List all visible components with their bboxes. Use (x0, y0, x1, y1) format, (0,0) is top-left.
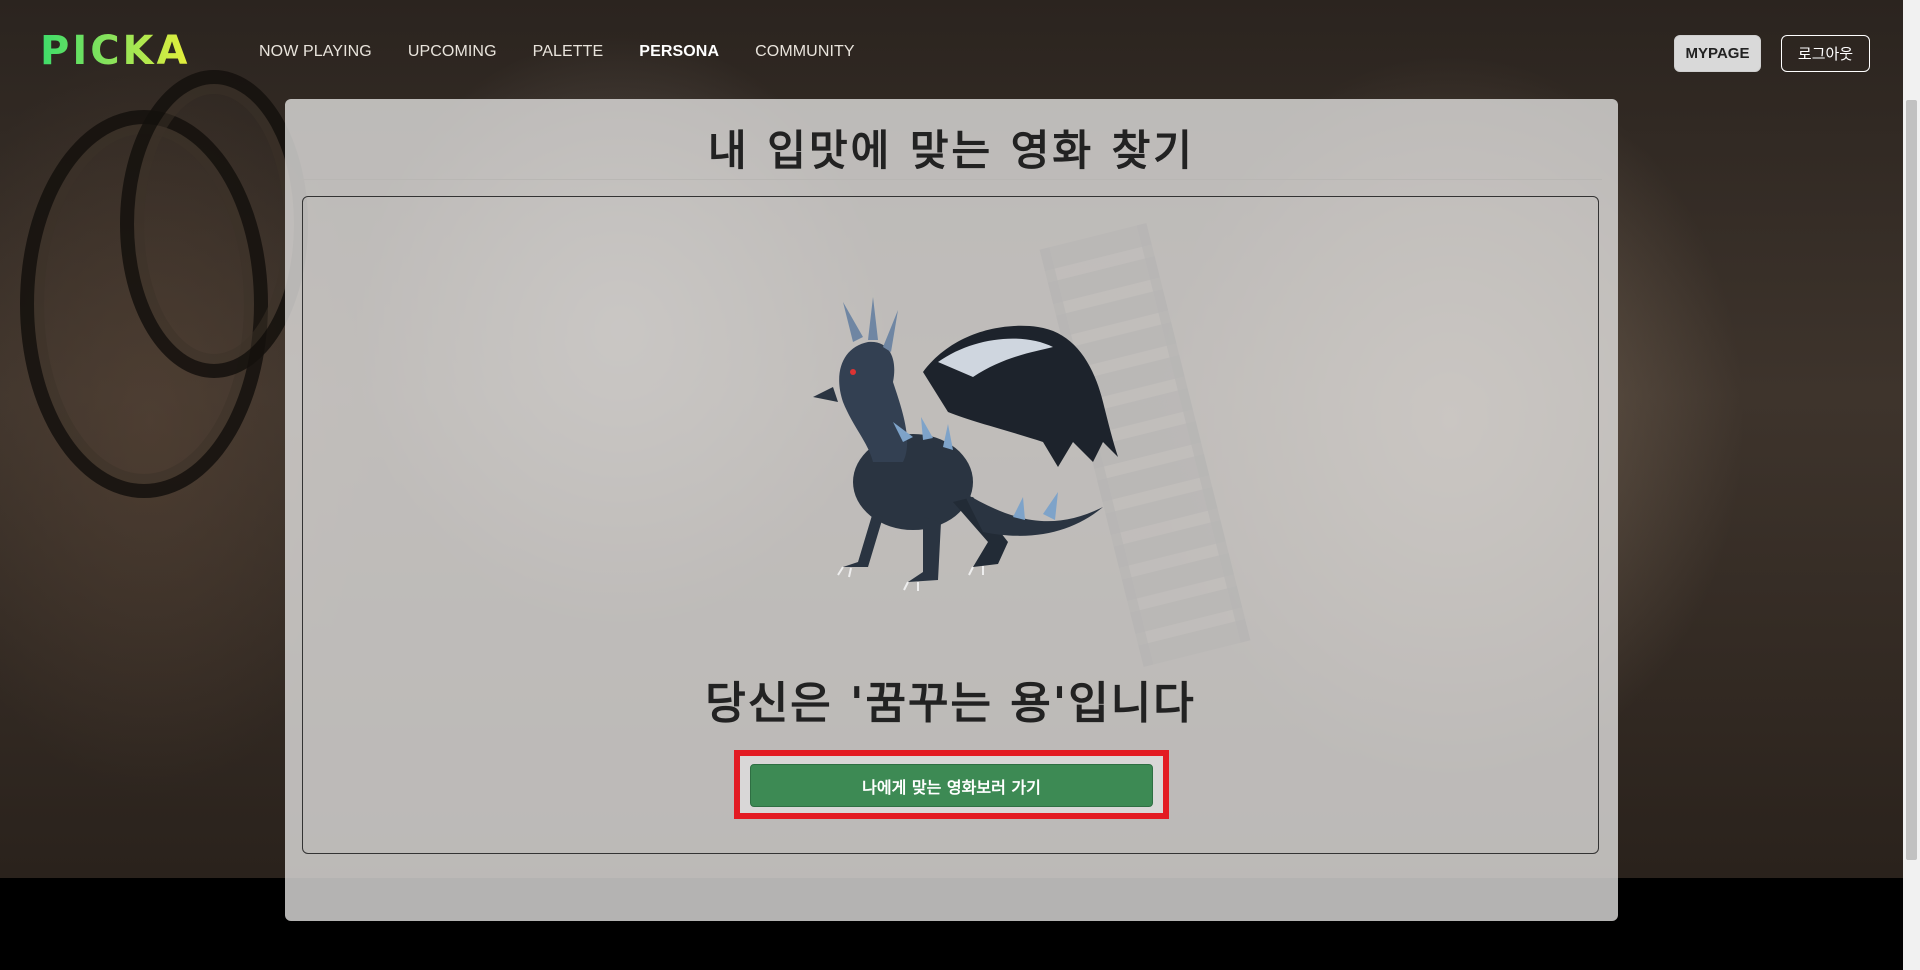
persona-result-text: 당신은 '꿈꾸는 용'입니다 (705, 678, 1196, 729)
nav-persona[interactable]: PERSONA (639, 43, 719, 61)
main-nav: NOW PLAYING UPCOMING PALETTE PERSONA COM… (259, 43, 855, 61)
page-scrollbar[interactable] (1903, 0, 1920, 970)
nav-palette[interactable]: PALETTE (533, 43, 604, 61)
top-navbar: PICKA NOW PLAYING UPCOMING PALETTE PERSO… (0, 0, 1903, 100)
nav-now-playing[interactable]: NOW PLAYING (259, 43, 372, 61)
persona-panel: 내 입맛에 맞는 영화 찾기 당신은 '꿈꾸는 용'입니다 나에게 맞는 영화보… (285, 99, 1618, 921)
picka-logo[interactable]: PICKA (40, 30, 191, 72)
go-to-recommended-movies-button[interactable]: 나에게 맞는 영화보러 가기 (750, 764, 1153, 807)
persona-result-card: 당신은 '꿈꾸는 용'입니다 나에게 맞는 영화보러 가기 (302, 196, 1599, 854)
scrollbar-thumb[interactable] (1906, 100, 1917, 860)
dragon-illustration-icon (813, 297, 1118, 591)
page-title: 내 입맛에 맞는 영화 찾기 (708, 126, 1195, 175)
cta-highlight-box: 나에게 맞는 영화보러 가기 (734, 750, 1169, 819)
title-divider (301, 179, 1602, 180)
logout-button[interactable]: 로그아웃 (1781, 35, 1870, 72)
nav-upcoming[interactable]: UPCOMING (408, 43, 497, 61)
film-reel-back (120, 70, 308, 378)
nav-community[interactable]: COMMUNITY (755, 43, 855, 61)
mypage-button[interactable]: MYPAGE (1674, 35, 1761, 72)
